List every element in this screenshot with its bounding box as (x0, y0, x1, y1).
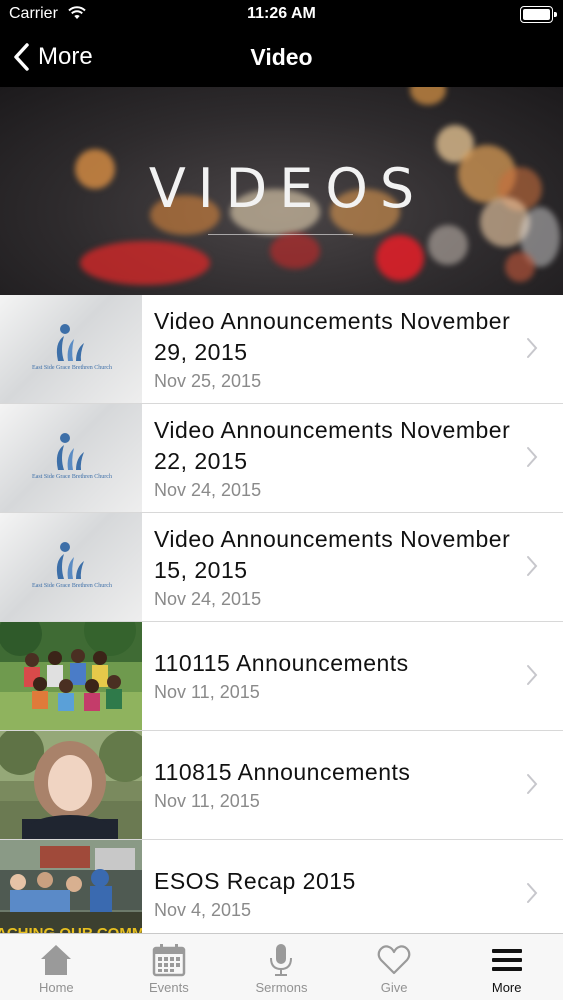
hero-underline (208, 234, 353, 235)
video-title: 110815 Announcements (154, 759, 411, 785)
chevron-right-icon (527, 883, 538, 903)
video-thumbnail: East Side Grace Brethren Church (0, 295, 142, 403)
video-thumbnail (0, 622, 142, 730)
church-logo-icon (56, 542, 84, 579)
video-date: Nov 11, 2015 (154, 791, 260, 811)
church-logo-icon (56, 433, 84, 470)
tab-label: Events (149, 980, 189, 995)
battery-icon (520, 6, 557, 23)
back-button[interactable]: More (12, 40, 93, 74)
video-thumbnail: East Side Grace Brethren Church (0, 513, 142, 621)
calendar-icon (152, 944, 186, 977)
video-date: Nov 24, 2015 (154, 588, 262, 609)
video-thumbnail: ACHING OUR COMMUN (0, 840, 142, 933)
church-logo-icon (56, 324, 84, 361)
status-time: 11:26 AM (247, 5, 316, 22)
house-icon (41, 945, 72, 975)
list-item[interactable]: East Side Grace Brethren Church Video An… (0, 295, 563, 404)
video-title: 110115 Announcements (154, 650, 409, 676)
video-date: Nov 4, 2015 (154, 900, 252, 920)
tab-sermons[interactable]: Sermons (225, 934, 338, 1000)
microphone-icon (270, 944, 293, 976)
tab-home[interactable]: Home (0, 934, 113, 1000)
list-item[interactable]: 110815 Announcements Nov 11, 2015 (0, 731, 563, 840)
chevron-right-icon (527, 774, 538, 794)
video-list[interactable]: East Side Grace Brethren Church Video An… (0, 295, 563, 933)
chevron-right-icon (527, 338, 538, 358)
chevron-left-icon (14, 43, 29, 71)
video-date: Nov 11, 2015 (154, 682, 260, 702)
video-title: Video Announcements November 22, 2015 (154, 416, 511, 474)
tab-more[interactable]: More (450, 934, 563, 1000)
tab-bar: Home Events Sermons Give More (0, 933, 563, 1000)
video-date: Nov 25, 2015 (154, 370, 262, 391)
hero-banner: VIDEOS (0, 87, 563, 295)
speaker-photo (0, 731, 142, 839)
hero-title: VIDEOS (148, 157, 427, 220)
logo-wordmark: East Side Grace Brethren Church (32, 583, 112, 589)
chevron-right-icon (527, 447, 538, 467)
video-thumbnail (0, 731, 142, 839)
kids-group-photo (0, 622, 142, 730)
video-thumbnail: East Side Grace Brethren Church (0, 404, 142, 512)
tab-label: Give (380, 980, 408, 995)
status-bar: Carrier 11:26 AM (0, 0, 563, 30)
logo-wordmark: East Side Grace Brethren Church (32, 474, 112, 480)
back-button-label: More (38, 43, 93, 70)
chevron-right-icon (527, 665, 538, 685)
tab-label: Home (38, 980, 74, 995)
tab-give[interactable]: Give (338, 934, 451, 1000)
tab-label: More (491, 980, 522, 995)
tab-label: Sermons (255, 980, 308, 995)
video-title: Video Announcements November 15, 2015 (154, 525, 511, 583)
video-title: ESOS Recap 2015 (154, 868, 356, 894)
heart-icon (377, 945, 411, 975)
community-event-photo: ACHING OUR COMMUN (0, 840, 142, 933)
list-item[interactable]: 110115 Announcements Nov 11, 2015 (0, 622, 563, 731)
tab-events[interactable]: Events (113, 934, 226, 1000)
thumbnail-caption: ACHING OUR COMMUN (0, 925, 142, 933)
video-title: Video Announcements November 29, 2015 (154, 307, 511, 365)
hamburger-icon (491, 949, 522, 971)
list-item[interactable]: East Side Grace Brethren Church Video An… (0, 404, 563, 513)
video-date: Nov 24, 2015 (154, 479, 262, 500)
logo-wordmark: East Side Grace Brethren Church (32, 365, 112, 371)
list-item[interactable]: East Side Grace Brethren Church Video An… (0, 513, 563, 622)
navigation-bar: More Video (0, 30, 563, 87)
chevron-right-icon (527, 556, 538, 576)
list-item[interactable]: ACHING OUR COMMUN ESOS Recap 2015 Nov 4,… (0, 840, 563, 933)
